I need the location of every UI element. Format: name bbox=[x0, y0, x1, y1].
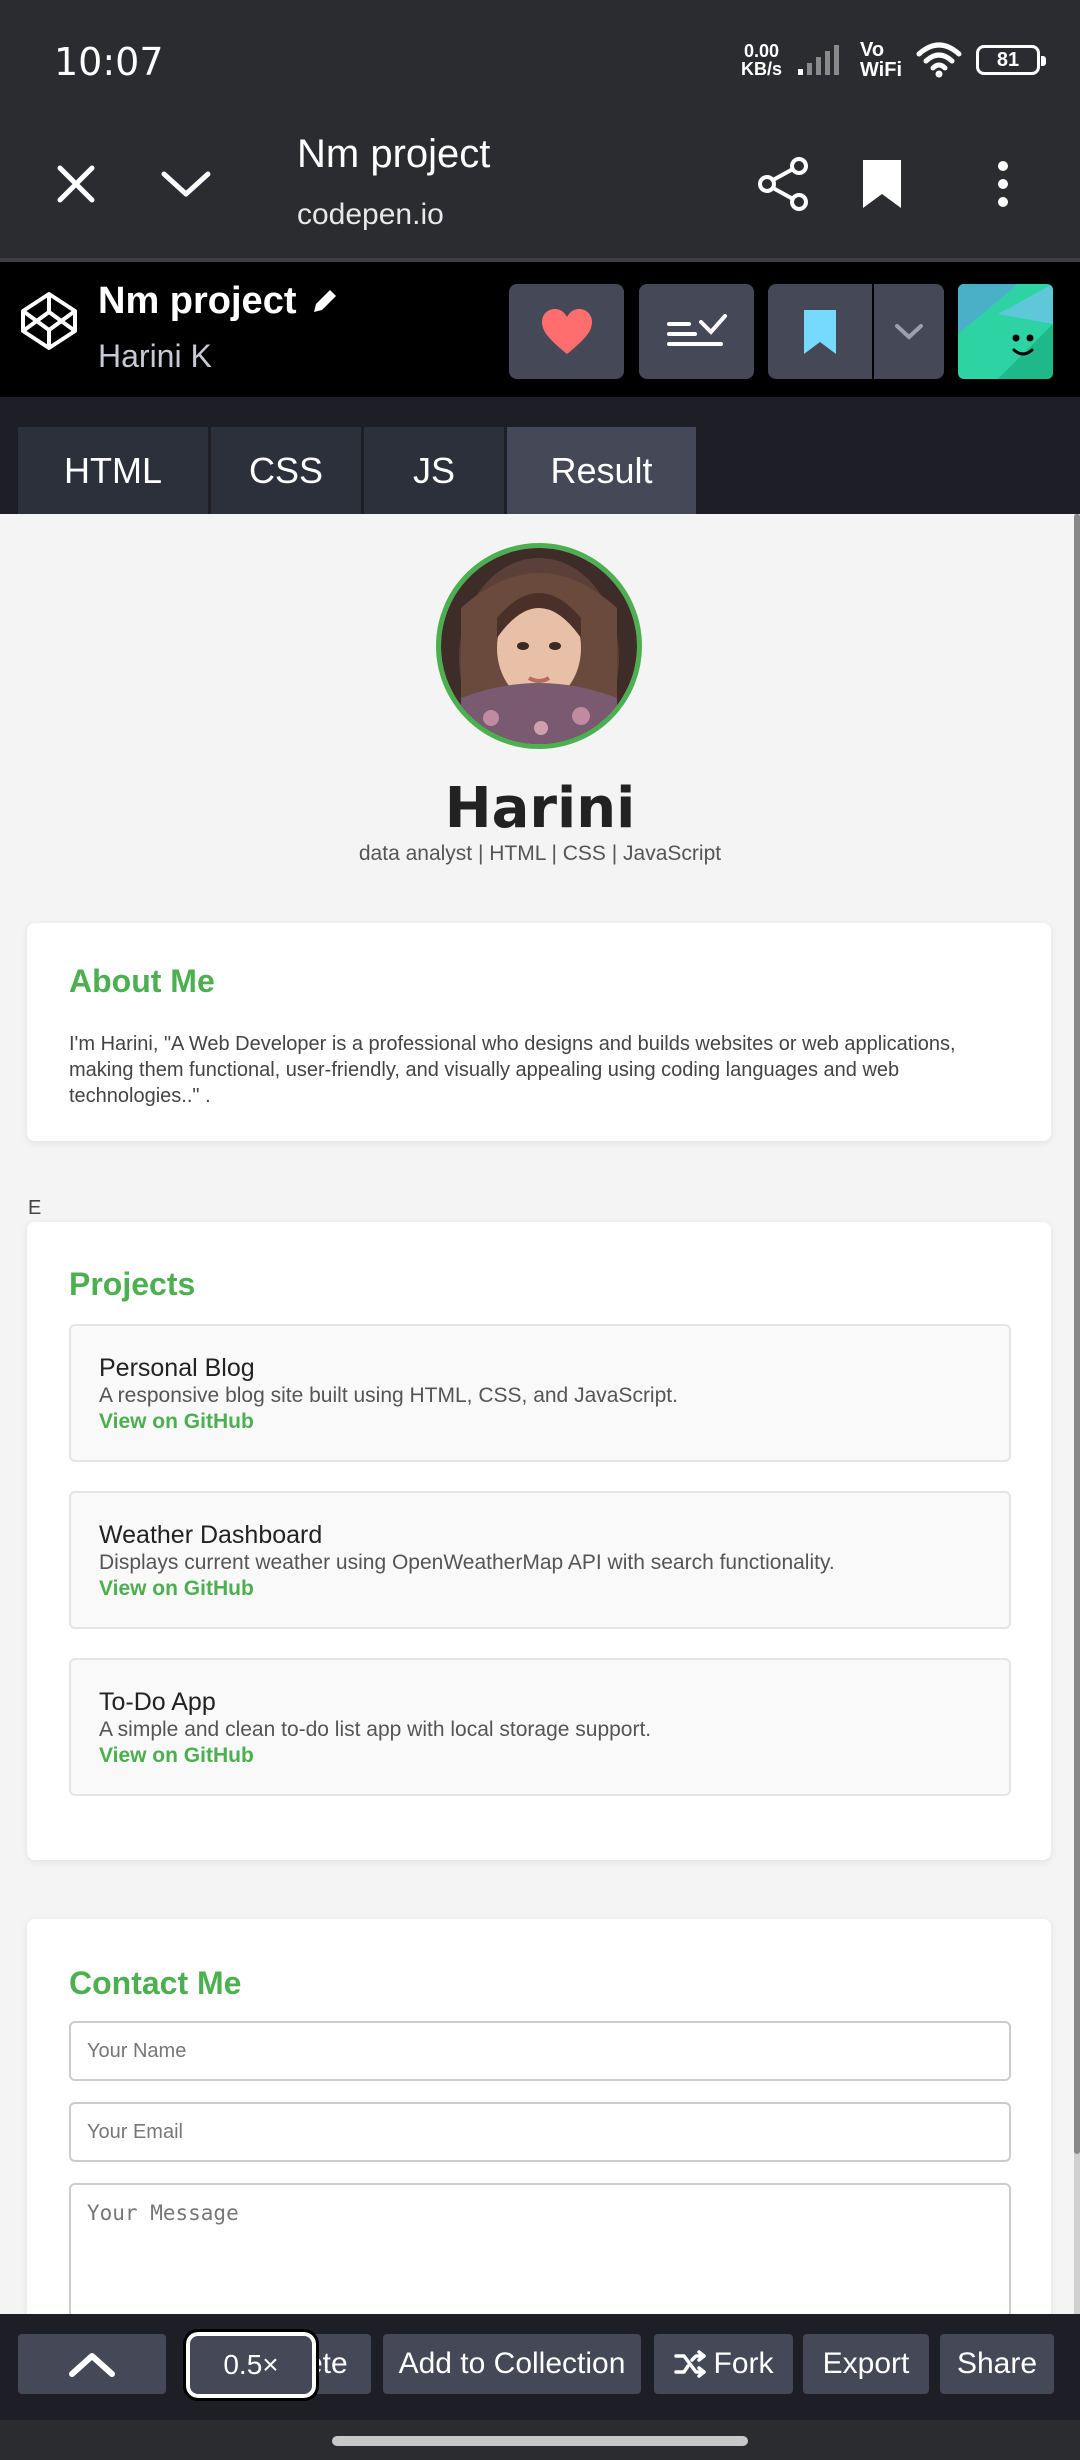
codepen-header: Nm project Harini K bbox=[0, 262, 1080, 397]
projects-card: Projects Personal Blog A responsive blog… bbox=[27, 1222, 1051, 1860]
contact-heading: Contact Me bbox=[69, 1965, 242, 2001]
result-scrollbar-thumb[interactable] bbox=[1074, 514, 1080, 2154]
bookmark-icon[interactable] bbox=[846, 148, 918, 220]
network-speed-value: 0.00 bbox=[743, 41, 779, 61]
heart-icon bbox=[541, 308, 592, 354]
result-preview: Harini data analyst | HTML | CSS | JavaS… bbox=[0, 514, 1080, 2314]
bookmark-icon bbox=[804, 309, 836, 354]
heart-button[interactable] bbox=[509, 284, 624, 379]
layout-button[interactable] bbox=[639, 284, 754, 379]
profile-photo bbox=[436, 543, 642, 749]
project-desc: A simple and clean to-do list app with l… bbox=[99, 1718, 652, 1741]
status-icons: 0.00 KB/s Vo WiFi 81 bbox=[741, 40, 1046, 80]
tab-js[interactable]: JS bbox=[364, 427, 504, 514]
message-field[interactable] bbox=[69, 2183, 1011, 2314]
status-time: 10:07 bbox=[54, 40, 164, 84]
user-avatar[interactable] bbox=[958, 284, 1053, 379]
vowifi-indicator: Vo WiFi bbox=[860, 40, 902, 80]
vowifi-top: Vo bbox=[859, 39, 885, 61]
pencil-icon[interactable] bbox=[308, 284, 342, 318]
status-bar: 10:07 0.00 KB/s Vo WiFi 81 bbox=[0, 0, 1080, 110]
signal-icon bbox=[797, 45, 839, 75]
bookmark-dropdown-button[interactable] bbox=[874, 284, 944, 379]
codepen-logo[interactable] bbox=[18, 290, 80, 352]
chevron-down-icon bbox=[895, 323, 923, 340]
bookmark-button[interactable] bbox=[768, 284, 872, 379]
project-item: Weather Dashboard Displays current weath… bbox=[69, 1491, 1011, 1629]
project-title: Personal Blog bbox=[99, 1354, 255, 1382]
page-title: Nm project bbox=[297, 132, 491, 176]
about-text: I'm Harini, "A Web Developer is a profes… bbox=[69, 1033, 956, 1107]
about-card: About Me I'm Harini, "A Web Developer is… bbox=[27, 923, 1051, 1141]
share-icon[interactable] bbox=[747, 148, 819, 220]
close-icon[interactable] bbox=[40, 148, 112, 220]
project-item: Personal Blog A responsive blog site bui… bbox=[69, 1324, 1011, 1462]
zoom-level-button[interactable]: 0.5× bbox=[183, 2329, 319, 2401]
project-title: Weather Dashboard bbox=[99, 1521, 323, 1549]
email-field[interactable] bbox=[69, 2102, 1011, 2162]
home-gesture-handle[interactable] bbox=[332, 2436, 748, 2446]
project-desc: A responsive blog site built using HTML,… bbox=[99, 1384, 678, 1407]
fork-button[interactable]: Fork bbox=[654, 2334, 793, 2394]
fork-label: Fork bbox=[713, 2347, 774, 2380]
fork-icon bbox=[673, 2350, 706, 2378]
profile-name: Harini bbox=[444, 776, 636, 841]
profile-subtitle: data analyst | HTML | CSS | JavaScript bbox=[358, 842, 722, 865]
stray-text: E bbox=[28, 1197, 42, 1219]
project-desc: Displays current weather using OpenWeath… bbox=[99, 1551, 835, 1574]
name-field[interactable] bbox=[69, 2021, 1011, 2081]
bottom-toolbar: ete 0.5× Add to Collection Fork Export S… bbox=[0, 2314, 1080, 2420]
contact-card: Contact Me bbox=[27, 1919, 1051, 2314]
project-github-link[interactable]: View on GitHub bbox=[99, 1410, 254, 1434]
about-heading: About Me bbox=[69, 963, 215, 999]
share-button[interactable]: Share bbox=[940, 2334, 1054, 2394]
project-github-link[interactable]: View on GitHub bbox=[99, 1577, 254, 1601]
browser-header: Nm project codepen.io bbox=[0, 110, 1080, 260]
tab-result[interactable]: Result bbox=[507, 427, 696, 514]
add-to-collection-button[interactable]: Add to Collection bbox=[383, 2334, 641, 2394]
expand-button[interactable] bbox=[18, 2334, 166, 2394]
more-vert-icon[interactable] bbox=[967, 148, 1039, 220]
layout-icon bbox=[666, 313, 727, 346]
chevron-up-icon bbox=[69, 2353, 115, 2377]
wifi-icon bbox=[916, 42, 962, 78]
tab-html[interactable]: HTML bbox=[18, 427, 208, 514]
pen-title[interactable]: Nm project bbox=[98, 280, 296, 323]
projects-heading: Projects bbox=[69, 1266, 196, 1302]
project-github-link[interactable]: View on GitHub bbox=[99, 1744, 254, 1768]
export-button[interactable]: Export bbox=[803, 2334, 929, 2394]
project-title: To-Do App bbox=[99, 1688, 216, 1716]
battery-indicator: 81 bbox=[976, 45, 1046, 75]
network-speed: 0.00 KB/s bbox=[741, 42, 782, 78]
pen-author[interactable]: Harini K bbox=[98, 338, 212, 375]
chevron-down-icon[interactable] bbox=[150, 148, 222, 220]
vowifi-bottom: WiFi bbox=[859, 59, 902, 81]
page-domain: codepen.io bbox=[297, 198, 444, 231]
tab-css[interactable]: CSS bbox=[211, 427, 361, 514]
editor-tabs: HTML CSS JS Result bbox=[0, 397, 1080, 514]
project-item: To-Do App A simple and clean to-do list … bbox=[69, 1658, 1011, 1796]
system-nav-bar bbox=[0, 2420, 1080, 2460]
network-speed-unit: KB/s bbox=[740, 59, 782, 79]
